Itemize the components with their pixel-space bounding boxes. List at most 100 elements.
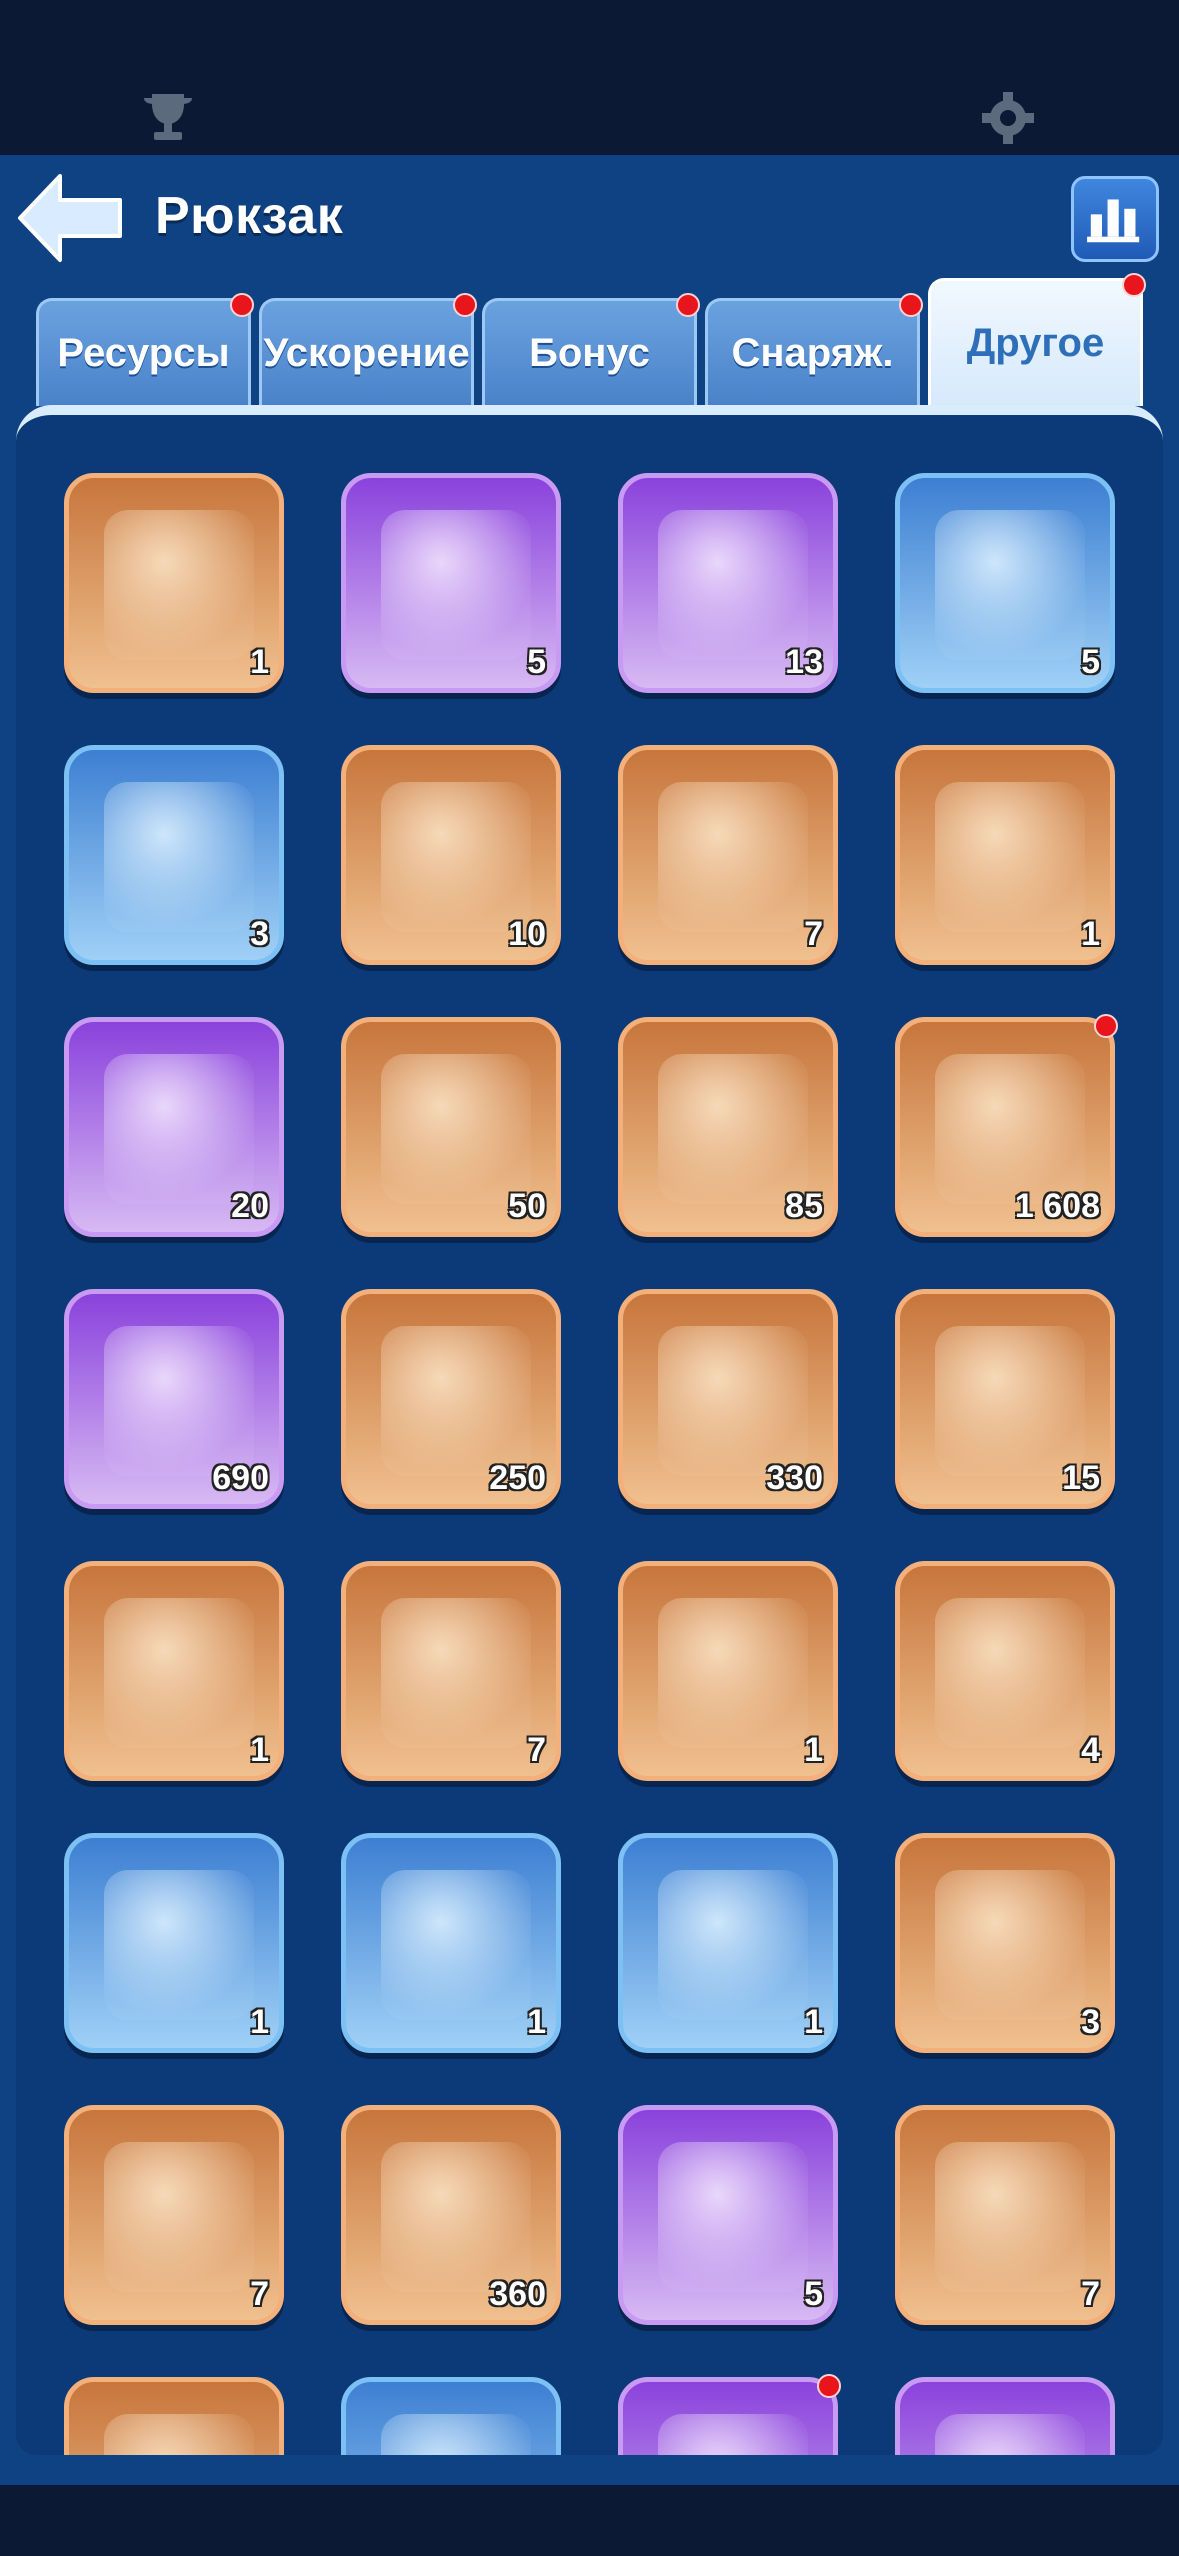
item-quantity: 7 [804, 915, 823, 953]
item-quantity: 10 [508, 915, 546, 953]
inventory-item[interactable]: 4 [895, 1561, 1115, 1781]
item-quantity: 5 [1081, 643, 1100, 681]
gold-ticket-icon [104, 2142, 254, 2292]
back-button[interactable] [14, 172, 126, 264]
item-quantity: 1 608 [1014, 1187, 1100, 1225]
notification-dot [676, 293, 700, 317]
inventory-item[interactable]: 1 [618, 1833, 838, 2053]
inventory-item[interactable]: 13 [618, 473, 838, 693]
shell-token-icon [935, 1326, 1085, 1476]
inventory-item[interactable]: 50 [341, 1017, 561, 1237]
banner-relocate-icon [104, 782, 254, 932]
bell-icon [381, 1326, 531, 1476]
item-quantity: 85 [785, 1187, 823, 1225]
tab-label: Другое [966, 321, 1105, 365]
item-quantity: 1 [250, 643, 269, 681]
silver-heart-icon [381, 2414, 531, 2455]
inventory-item[interactable]: 1 [64, 1561, 284, 1781]
inventory-item[interactable]: 15 [895, 1289, 1115, 1509]
s2-chest-icon [381, 782, 531, 932]
fishing-ticket-icon [658, 1598, 808, 1748]
tab-3[interactable]: Бонус [482, 293, 700, 406]
inventory-item[interactable]: 10 [341, 745, 561, 965]
category-tabs: Ресурсы Ускорение Бонус Снаряж. Другое [36, 273, 1146, 406]
rune-card-icon [381, 1054, 531, 1204]
tab-label: Снаряж. [731, 331, 894, 375]
item-quantity: 5 [804, 2275, 823, 2313]
inventory-item[interactable]: 1 [618, 1561, 838, 1781]
inventory-item[interactable]: 360 [341, 2105, 561, 2325]
scales-ticket-icon [381, 2142, 531, 2292]
inventory-item[interactable]: 3 [895, 1833, 1115, 2053]
inventory-item[interactable]: 1 [64, 1833, 284, 2053]
item-quantity: 20 [231, 1187, 269, 1225]
robot-icon [381, 1870, 531, 2020]
tab-label: Ускорение [263, 331, 470, 375]
item-quantity: 4 [1081, 1731, 1100, 1769]
notification-dot [1094, 1014, 1118, 1038]
inventory-item[interactable] [64, 2377, 284, 2455]
inventory-item[interactable]: 20 [64, 1017, 284, 1237]
inventory-item[interactable]: 5 [618, 2105, 838, 2325]
tab-2[interactable]: Ускорение [259, 293, 477, 406]
inventory-item[interactable]: 5 [341, 473, 561, 693]
item-quantity: 7 [250, 2275, 269, 2313]
item-quantity: 5 [527, 643, 546, 681]
soccer-ball-icon [935, 1054, 1085, 1204]
compass-speedup-icon [381, 510, 531, 660]
inventory-item[interactable]: 5 [895, 473, 1115, 693]
castle-relocate-icon [658, 510, 808, 660]
inventory-item[interactable]: 1 [64, 473, 284, 693]
yellow-card-icon [104, 2414, 254, 2455]
tab-5[interactable]: Другое [928, 273, 1146, 406]
fishing-reel-icon [658, 1870, 808, 2020]
conch-icon [935, 1598, 1085, 1748]
item-quantity: 360 [489, 2275, 546, 2313]
tab-label: Ресурсы [57, 331, 230, 375]
lantern-icon [104, 1870, 254, 2020]
trophy-icon[interactable] [138, 88, 198, 148]
tab-4[interactable]: Снаряж. [705, 293, 923, 406]
item-quantity: 50 [508, 1187, 546, 1225]
inventory-item[interactable]: 1 [341, 1833, 561, 2053]
item-quantity: 1 [527, 2003, 546, 2041]
inventory-item[interactable]: 690 [64, 1289, 284, 1509]
gear-icon[interactable] [978, 88, 1038, 148]
inventory-item[interactable]: 1 [895, 745, 1115, 965]
gold-heart-icon [658, 2414, 808, 2455]
inventory-item[interactable]: 1 608 [895, 1014, 1118, 1237]
rose-icon [658, 1054, 808, 1204]
gold-chest-icon [658, 782, 808, 932]
notification-dot [817, 2374, 841, 2398]
item-quantity: 3 [1081, 2003, 1100, 2041]
notification-dot [230, 293, 254, 317]
inventory-item[interactable] [895, 2377, 1115, 2455]
inventory-item[interactable]: 7 [341, 1561, 561, 1781]
inventory-item[interactable]: 7 [895, 2105, 1115, 2325]
tab-1[interactable]: Ресурсы [36, 293, 254, 406]
boat-ticket-icon [935, 2142, 1085, 2292]
return-card-icon [935, 1870, 1085, 2020]
bar-chart-icon [1087, 199, 1140, 243]
tower-relocate-icon [935, 510, 1085, 660]
inventory-item[interactable]: 330 [618, 1289, 838, 1509]
inventory-item[interactable] [341, 2377, 561, 2455]
item-quantity: 690 [212, 1459, 269, 1497]
item-quantity: 1 [250, 2003, 269, 2041]
scroll-icon [104, 510, 254, 660]
inventory-item[interactable] [618, 2374, 841, 2455]
inventory-item[interactable]: 250 [341, 1289, 561, 1509]
stats-button[interactable] [1071, 176, 1159, 262]
item-quantity: 13 [785, 643, 823, 681]
item-quantity: 1 [1081, 915, 1100, 953]
inventory-item[interactable]: 3 [64, 745, 284, 965]
puzzle-chest-icon [104, 1054, 254, 1204]
bottom-bar [0, 2485, 1179, 2556]
item-quantity: 1 [804, 2003, 823, 2041]
inventory-item[interactable]: 7 [618, 745, 838, 965]
inventory-item[interactable]: 85 [618, 1017, 838, 1237]
inventory-item[interactable]: 7 [64, 2105, 284, 2325]
paw-cookie-icon [658, 1326, 808, 1476]
item-quantity: 250 [489, 1459, 546, 1497]
item-quantity: 7 [1081, 2275, 1100, 2313]
